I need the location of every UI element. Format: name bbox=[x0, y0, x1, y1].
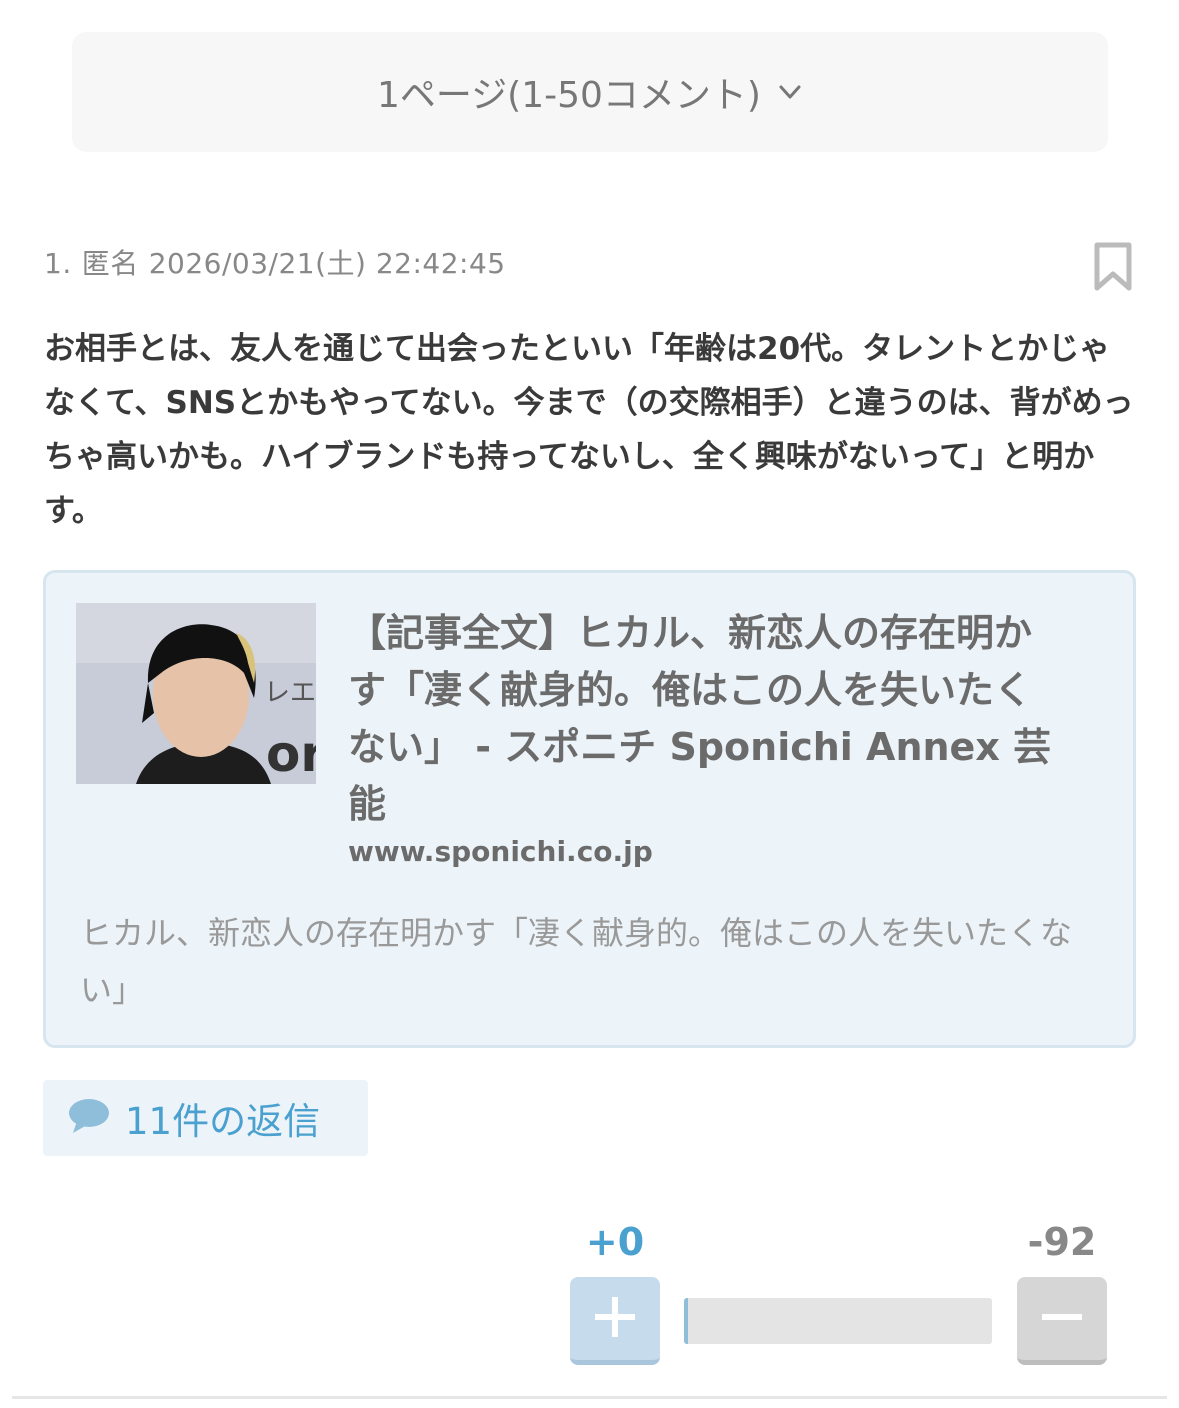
chevron-down-icon bbox=[777, 79, 803, 105]
link-card[interactable]: orid レエン 【記事全文】ヒカル、新恋人の存在明かす「凄く献身的。俺はこの人… bbox=[43, 570, 1136, 1048]
comment-timestamp: 2026/03/21(土) 22:42:45 bbox=[148, 247, 506, 280]
svg-text:レエン: レエン bbox=[264, 678, 316, 708]
svg-text:orid: orid bbox=[266, 725, 316, 783]
vote-ratio-fill bbox=[684, 1298, 688, 1344]
comment-number: 1. bbox=[44, 247, 72, 280]
comment-author: 匿名 bbox=[81, 247, 139, 280]
article-thumbnail: orid レエン bbox=[76, 603, 316, 784]
plus-icon bbox=[593, 1295, 637, 1343]
page-selector[interactable]: 1ページ(1-50コメント) bbox=[72, 32, 1108, 152]
minus-icon bbox=[1040, 1295, 1084, 1343]
minus-vote-button[interactable] bbox=[1017, 1277, 1107, 1365]
comment-meta: 1. 匿名 2026/03/21(土) 22:42:45 bbox=[44, 242, 516, 282]
article-description: ヒカル、新恋人の存在明かす「凄く献身的。俺はこの人を失いたくない」 bbox=[80, 914, 1073, 1009]
bookmark-icon[interactable] bbox=[1093, 242, 1133, 292]
article-domain: www.sponichi.co.jp bbox=[348, 835, 653, 868]
plus-vote-button[interactable] bbox=[570, 1277, 660, 1365]
article-title: 【記事全文】ヒカル、新恋人の存在明かす「凄く献身的。俺はこの人を失いたくない」 … bbox=[348, 611, 1052, 826]
speech-bubble-icon bbox=[67, 1097, 111, 1139]
plus-vote-count: +0 bbox=[585, 1220, 645, 1264]
replies-label: 11件の返信 bbox=[125, 1100, 321, 1143]
vote-ratio-bar bbox=[684, 1298, 992, 1344]
page-selector-label: 1ページ(1-50コメント) bbox=[377, 75, 761, 116]
comment-divider bbox=[12, 1396, 1167, 1399]
comment-body: お相手とは、友人を通じて出会ったといい「年齢は20代。タレントとかじゃなくて、S… bbox=[44, 331, 1134, 529]
minus-vote-count: -92 bbox=[1027, 1220, 1097, 1264]
replies-button[interactable]: 11件の返信 bbox=[43, 1080, 368, 1156]
